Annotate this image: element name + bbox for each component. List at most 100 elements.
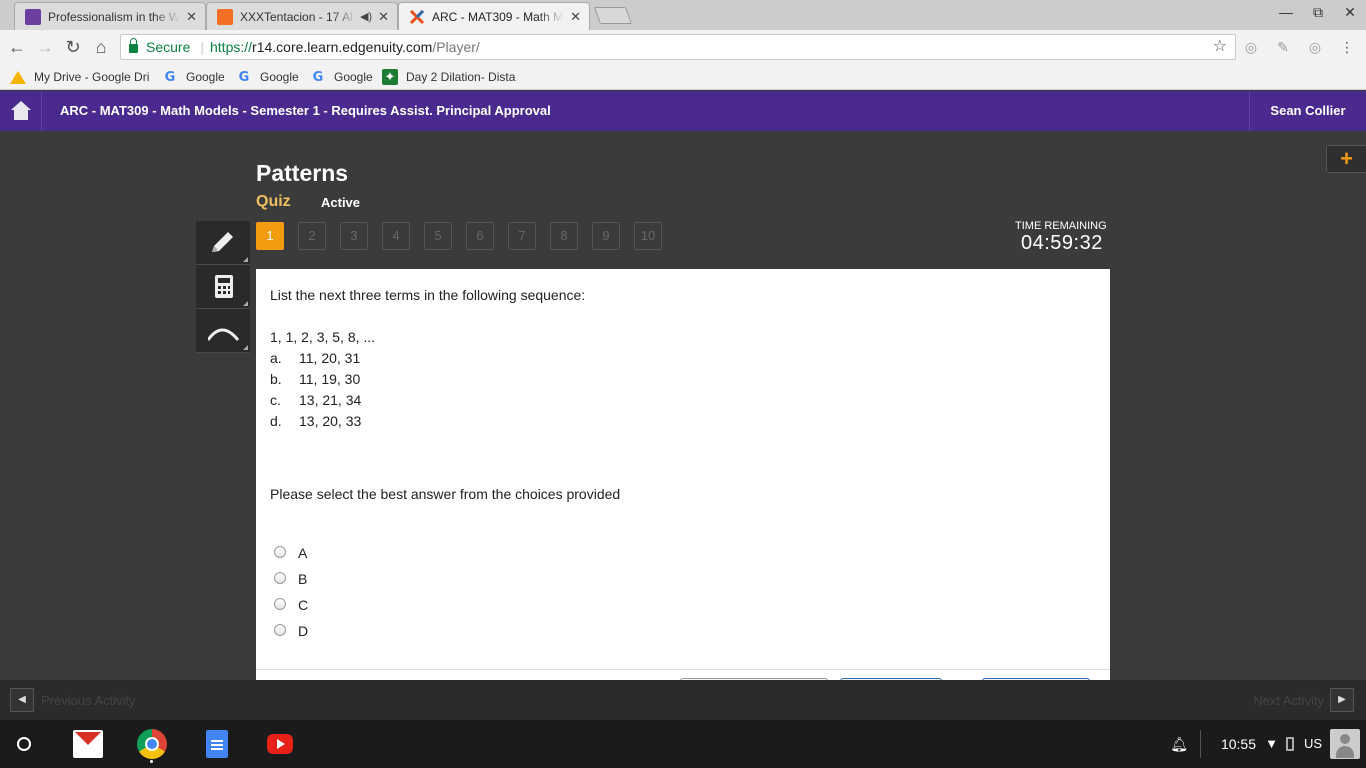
question-prompt: List the next three terms in the followi… (270, 287, 586, 303)
bookmark-label: Day 2 Dilation- Dista (406, 70, 516, 84)
answer-choice: a. 11, 20, 31 (270, 350, 360, 366)
question-sequence: 1, 1, 2, 3, 5, 8, ... (270, 329, 376, 345)
launcher-icon[interactable] (17, 737, 31, 751)
calculator-tool-button[interactable] (196, 265, 250, 309)
address-bar[interactable]: Secure | https:// r14.core.learn.edgenui… (120, 34, 1236, 60)
tab-close-icon[interactable]: ✕ (186, 9, 197, 25)
bookmark-google[interactable]: G Google (162, 68, 225, 86)
question-number-1[interactable]: 1 (256, 222, 284, 250)
bookmark-day-2-dilation[interactable]: ✦ Day 2 Dilation- Dista (382, 68, 522, 86)
question-number-5[interactable]: 5 (424, 222, 452, 250)
question-number-10[interactable]: 10 (634, 222, 662, 250)
choice-text: 13, 20, 33 (299, 413, 362, 429)
google-drive-icon (10, 69, 26, 85)
url-separator: | (200, 39, 204, 55)
gmail-icon[interactable] (73, 730, 103, 758)
browser-tab-strip: Professionalism in the W ✕ XXXTentacion … (0, 0, 1366, 30)
question-number-9[interactable]: 9 (592, 222, 620, 250)
answer-instruction: Please select the best answer from the c… (270, 486, 621, 502)
extension-icon[interactable]: ◎ (1242, 38, 1260, 56)
browser-tab-soundcloud[interactable]: XXXTentacion - 17 Al ◀) ✕ (206, 2, 398, 30)
tab-close-icon[interactable]: ✕ (570, 9, 581, 25)
minimize-icon[interactable]: — (1276, 4, 1296, 20)
radio-button[interactable] (274, 571, 286, 584)
pencil-icon (212, 232, 233, 252)
home-icon (11, 101, 31, 110)
url-host: r14.core.learn.edgenuity.com (252, 39, 433, 55)
activity-status: Active (321, 195, 361, 210)
question-number-4[interactable]: 4 (382, 222, 410, 250)
choice-text: 11, 20, 31 (299, 350, 361, 366)
bookmark-google[interactable]: G Google (236, 68, 299, 86)
speaker-icon[interactable]: ◀) (360, 10, 372, 23)
extension-icon[interactable]: ◎ (1306, 38, 1324, 56)
radio-label[interactable]: B (298, 571, 307, 587)
radio-button[interactable] (274, 597, 286, 610)
url-scheme: https:// (210, 39, 253, 55)
input-method[interactable]: US (1304, 736, 1322, 751)
radio-label[interactable]: C (298, 597, 308, 613)
choice-text: 13, 21, 34 (299, 392, 362, 408)
timer: 04:59:32 (1021, 232, 1103, 254)
youtube-icon[interactable] (267, 734, 293, 754)
question-number-2[interactable]: 2 (298, 222, 326, 250)
chrome-icon[interactable] (137, 729, 167, 759)
radio-label[interactable]: D (298, 623, 308, 639)
question-number-7[interactable]: 7 (508, 222, 536, 250)
pencil-tool-button[interactable] (196, 221, 250, 265)
browser-tab-edgenuity[interactable]: ARC - MAT309 - Math Mc ✕ (398, 2, 590, 30)
bookmark-google[interactable]: G Google (310, 68, 373, 86)
extension-icon[interactable]: ✎ (1274, 38, 1292, 56)
bookmark-label: Google (260, 70, 299, 84)
bookmarks-bar: My Drive - Google Dri G Google G Google … (0, 64, 1366, 90)
google-icon: G (164, 69, 176, 85)
user-name[interactable]: Sean Collier (1249, 91, 1366, 131)
radio-button[interactable] (274, 623, 286, 636)
restore-icon[interactable]: ⧉ (1308, 4, 1328, 21)
previous-activity-label[interactable]: Previous Activity (41, 693, 136, 708)
bookmark-label: Google (334, 70, 373, 84)
previous-activity-button[interactable]: ◀ (10, 688, 34, 712)
home-button[interactable] (0, 91, 42, 131)
bookmark-label: My Drive - Google Dri (34, 70, 150, 84)
arch-tool-button[interactable] (196, 309, 250, 353)
lock-icon (129, 38, 138, 53)
question-number-3[interactable]: 3 (340, 222, 368, 250)
close-window-icon[interactable]: ✕ (1340, 4, 1360, 21)
wifi-icon[interactable]: ▼ (1265, 736, 1278, 751)
tab-title: ARC - MAT309 - Math Mc (432, 9, 565, 24)
new-tab-button[interactable] (593, 7, 633, 24)
google-docs-icon[interactable] (206, 730, 228, 758)
question-navigator: 1 2 3 4 5 6 7 8 9 10 (256, 222, 676, 250)
reload-icon[interactable]: ↻ (62, 36, 84, 58)
clock[interactable]: 10:55 (1221, 736, 1256, 752)
next-activity-label[interactable]: Next Activity (1253, 693, 1324, 708)
bookmark-star-icon[interactable]: ☆ (1213, 35, 1227, 59)
question-number-8[interactable]: 8 (550, 222, 578, 250)
question-number-6[interactable]: 6 (466, 222, 494, 250)
menu-icon[interactable]: ⋮ (1338, 38, 1356, 56)
bookmark-my-drive[interactable]: My Drive - Google Dri (10, 68, 158, 86)
tab-title: Professionalism in the W (48, 9, 181, 24)
soundcloud-icon (217, 8, 233, 25)
forward-icon[interactable]: → (34, 36, 56, 58)
plus-button[interactable]: + (1326, 145, 1366, 173)
notification-bell-icon[interactable]: 🔔︎ (1170, 736, 1188, 753)
answer-choice: d. 13, 20, 33 (270, 413, 361, 429)
radio-button[interactable] (274, 545, 286, 558)
person-icon (25, 8, 41, 25)
answer-option-b[interactable]: B (274, 568, 307, 587)
back-icon[interactable]: ← (6, 36, 28, 58)
answer-option-c[interactable]: C (274, 594, 308, 613)
tab-title: XXXTentacion - 17 Al (240, 9, 353, 24)
user-avatar[interactable] (1330, 729, 1360, 759)
tab-close-icon[interactable]: ✕ (378, 9, 389, 25)
next-activity-button[interactable]: ▶ (1330, 688, 1354, 712)
browser-tab-professionalism[interactable]: Professionalism in the W ✕ (14, 2, 206, 30)
radio-label[interactable]: A (298, 545, 307, 561)
answer-option-a[interactable]: A (274, 542, 307, 561)
answer-option-d[interactable]: D (274, 620, 308, 639)
choice-letter: a. (270, 350, 282, 366)
battery-icon[interactable] (1286, 737, 1294, 751)
home-icon[interactable]: ⌂ (90, 36, 112, 58)
